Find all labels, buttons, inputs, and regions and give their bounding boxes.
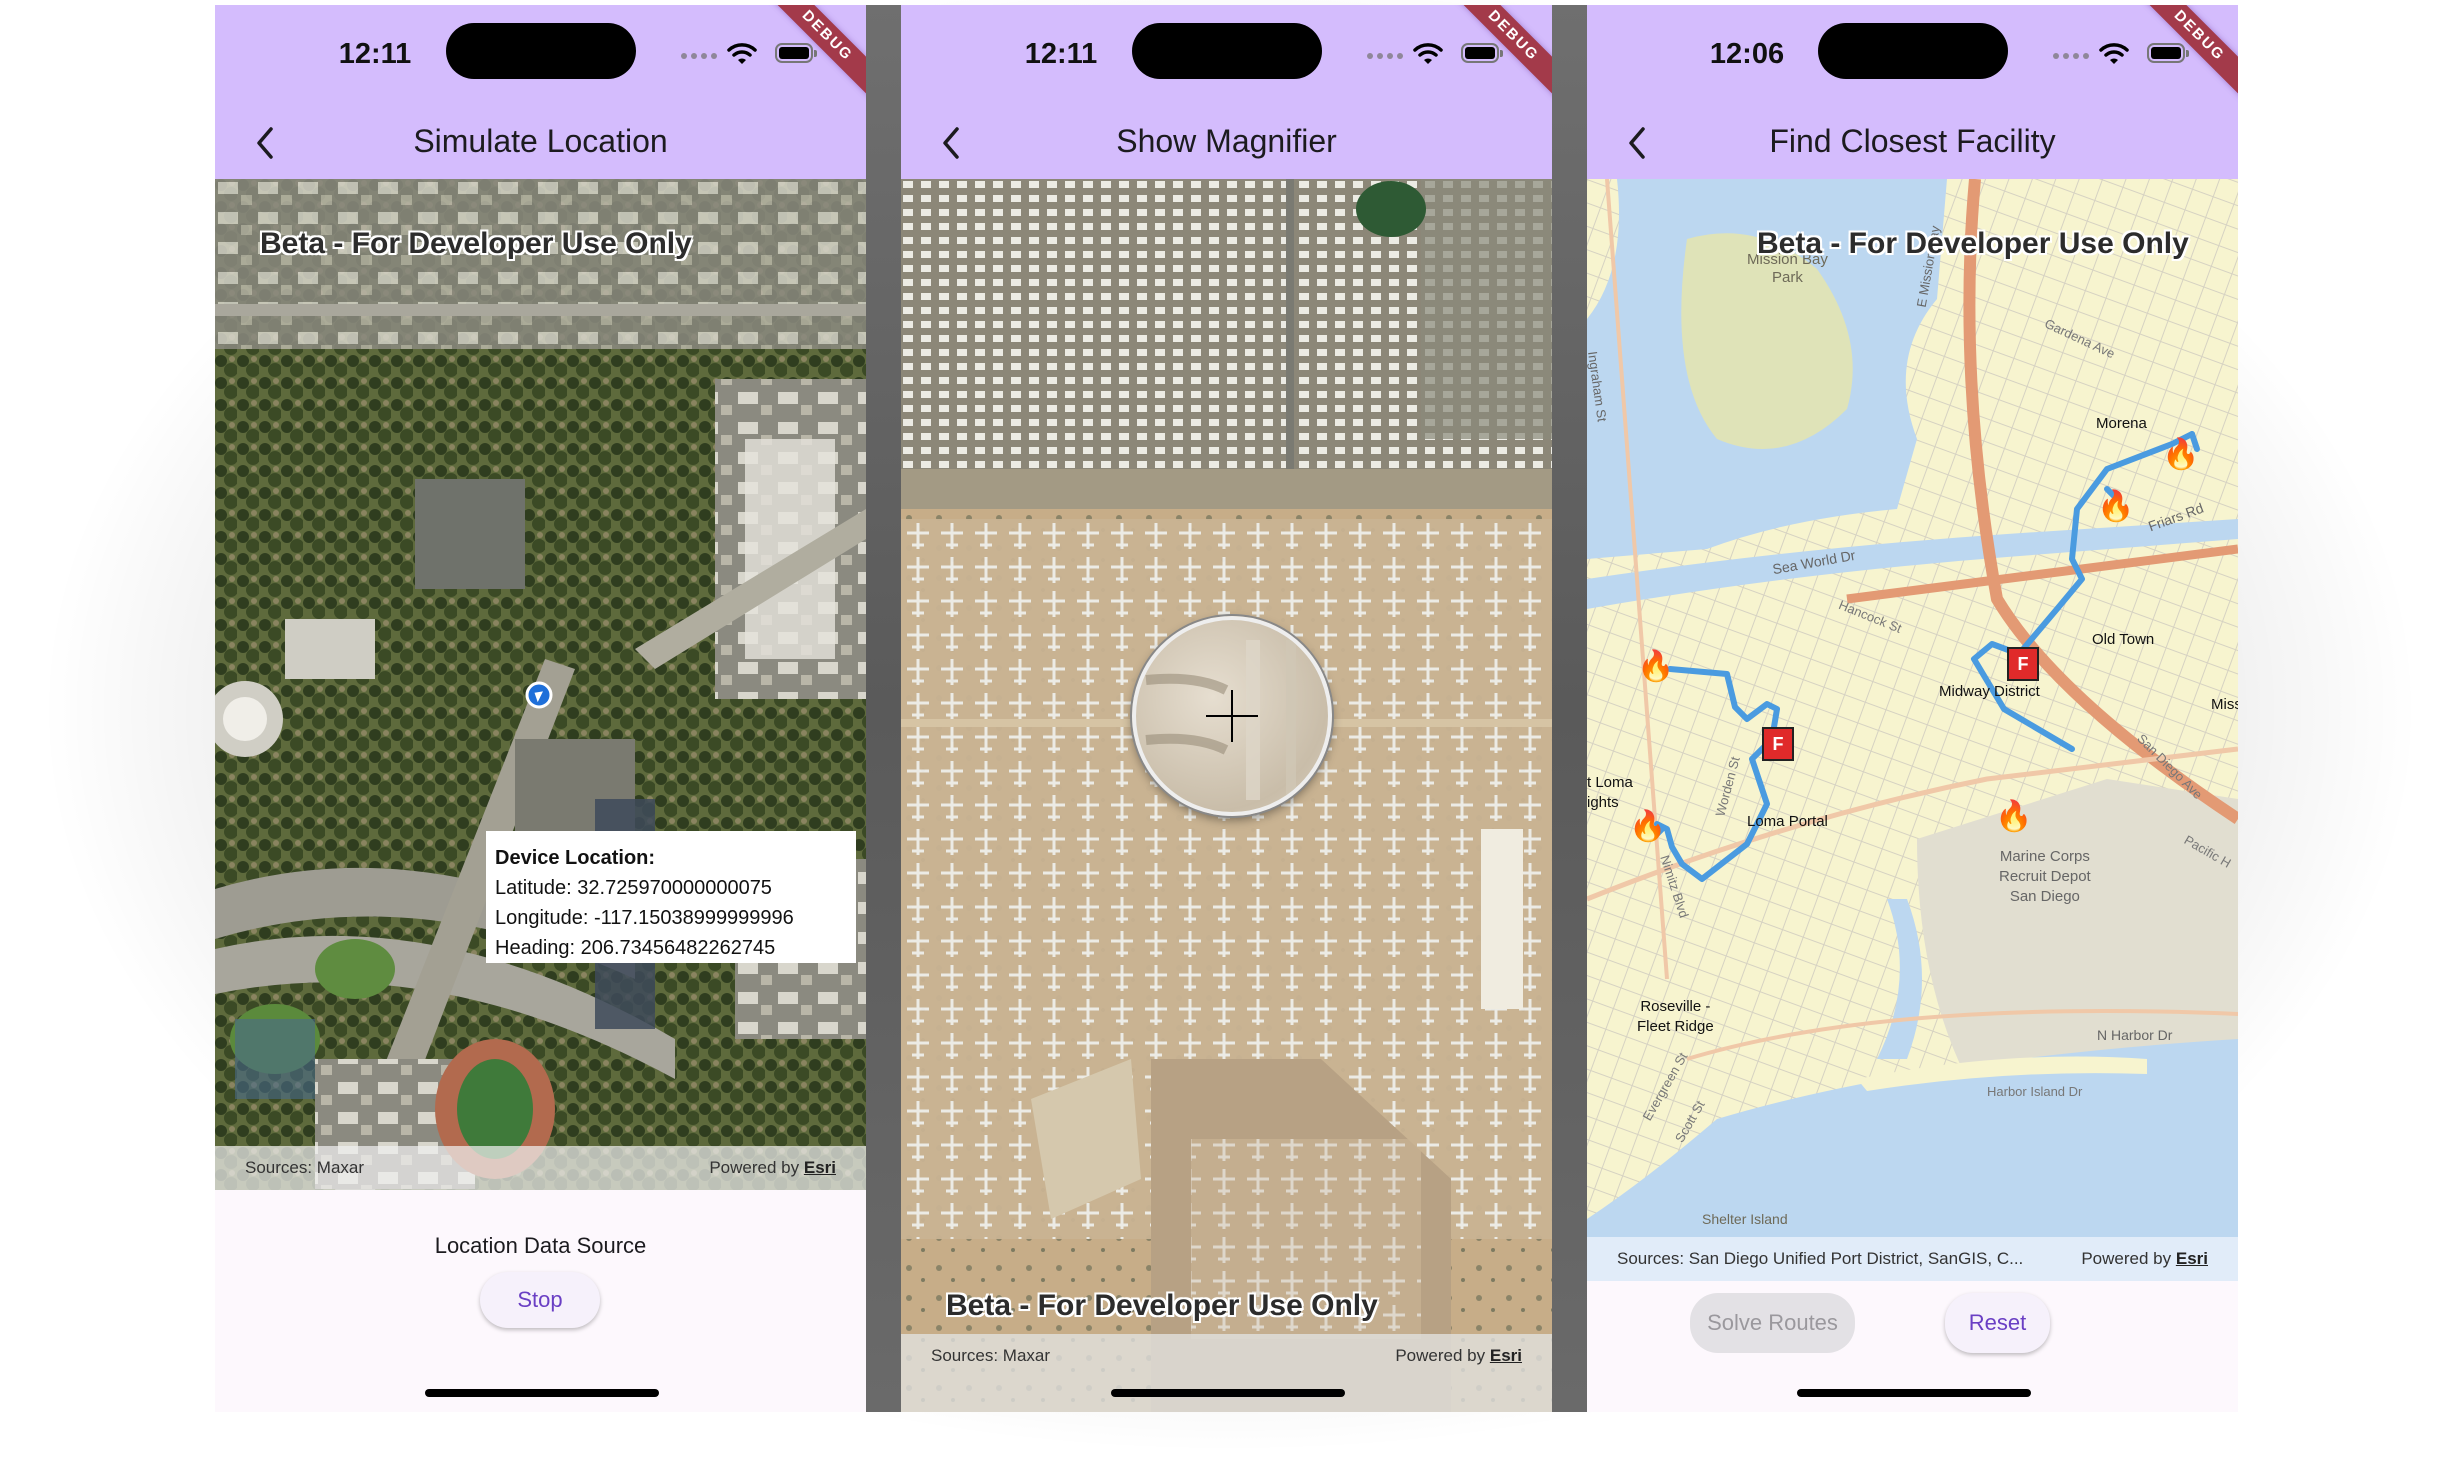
attribution-sources: Sources: San Diego Unified Port District… (1617, 1249, 2024, 1268)
longitude-value: Longitude: -117.15038999999996 (495, 907, 794, 929)
divider (1552, 5, 1587, 1412)
map-label: Harbor Island Dr (1987, 1084, 2083, 1099)
map-label: Old Town (2092, 631, 2155, 648)
fire-icon: 🔥 (1629, 810, 1667, 843)
dynamic-island (1818, 23, 2008, 79)
reset-button[interactable]: Reset (1945, 1293, 2050, 1353)
solve-routes-button[interactable]: Solve Routes (1690, 1293, 1855, 1353)
status-time: 12:11 (338, 38, 412, 70)
signal-dots-icon (1367, 53, 1403, 59)
esri-link[interactable]: Esri (1490, 1346, 1522, 1365)
map-label: N Harbor Dr (2097, 1027, 2173, 1043)
magnifier-crosshair-icon (1145, 640, 1296, 800)
fire-station-icon: F (2007, 647, 2039, 681)
wifi-icon (2099, 43, 2129, 64)
map-label: Morena (2096, 415, 2147, 432)
location-data-source-label: Location Data Source (434, 1233, 647, 1258)
latitude-value: Latitude: 32.725970000000075 (495, 877, 772, 899)
home-indicator (425, 1389, 659, 1397)
status-time: 12:11 (1024, 38, 1098, 70)
signal-dots-icon (681, 53, 717, 59)
map-label: Loma Portal (1747, 813, 1828, 830)
map-view-satellite[interactable]: Beta - For Developer Use Only Sources: M… (901, 179, 1552, 1412)
map-attribution: Sources: San Diego Unified Port District… (1587, 1237, 2238, 1281)
map-label: Shelter Island (1702, 1211, 1788, 1227)
powered-by: Powered by Esri (709, 1158, 836, 1177)
app-bar: 12:11 DEBUG Show Magnifier (901, 5, 1552, 179)
device-location-panel: Device Location: Latitude: 32.7259700000… (486, 831, 856, 963)
stop-button[interactable]: Stop (480, 1272, 600, 1328)
map-label: Marine Corps Recruit Depot San Diego (1999, 848, 2091, 905)
page-title: Find Closest Facility (1769, 123, 2056, 159)
beta-watermark: Beta - For Developer Use Only (260, 227, 692, 260)
map-view-streets[interactable]: 🔥 🔥 🔥 🔥 🔥 F F Mission Bay Park Morena Sea… (1587, 179, 2238, 1281)
map-label: Roseville - Fleet Ridge (1637, 998, 1714, 1035)
magnifier-lens[interactable] (1132, 616, 1332, 816)
app-bar: 12:11 DEBUG Simulate Location (215, 5, 866, 179)
dynamic-island (1132, 23, 1322, 79)
battery-icon (2147, 43, 2189, 63)
wifi-icon (727, 43, 757, 64)
map-attribution: Sources: Maxar Powered by Esri (901, 1334, 1552, 1412)
fire-station-icon: F (1762, 727, 1794, 761)
map-label: t Loma ights (1587, 774, 1633, 811)
heading-value: Heading: 206.73456482262745 (495, 937, 776, 959)
wifi-icon (1413, 43, 1443, 64)
app-bar: 12:06 DEBUG Find Closest Facility (1587, 5, 2238, 179)
battery-icon (1461, 43, 1503, 63)
dynamic-island (446, 23, 636, 79)
divider (866, 5, 901, 1412)
location-arrow-icon (525, 681, 553, 709)
phone-find-closest-facility: 12:06 DEBUG Find Closest Facility 🔥 🔥 🔥 … (1587, 5, 2238, 1412)
beta-watermark: Beta - For Developer Use Only (946, 1289, 1378, 1322)
device-location-heading: Device Location: (495, 847, 656, 869)
map-label: Miss (2211, 696, 2238, 713)
phone-show-magnifier: 12:11 DEBUG Show Magnifier Beta - For De… (901, 5, 1552, 1412)
signal-dots-icon (2053, 53, 2089, 59)
fire-icon: 🔥 (2097, 490, 2135, 523)
powered-by: Powered by Esri (2081, 1249, 2208, 1268)
attribution-sources: Sources: Maxar (245, 1158, 365, 1177)
map-label: Midway District (1939, 683, 2040, 700)
fire-icon: 🔥 (2162, 438, 2200, 471)
map-attribution: Sources: Maxar Powered by Esri (215, 1146, 866, 1190)
fire-icon: 🔥 (1995, 800, 2033, 833)
fire-icon: 🔥 (1637, 650, 1675, 683)
battery-icon (775, 43, 817, 63)
esri-link[interactable]: Esri (2176, 1249, 2208, 1268)
status-time: 12:06 (1709, 38, 1785, 70)
powered-by: Powered by Esri (1395, 1346, 1522, 1365)
page-title: Simulate Location (413, 123, 668, 159)
beta-watermark: Beta - For Developer Use Only (1757, 227, 2189, 260)
home-indicator (1111, 1389, 1345, 1397)
attribution-sources: Sources: Maxar (931, 1346, 1051, 1365)
map-view-satellite[interactable]: Beta - For Developer Use Only Sources: M… (215, 179, 866, 1190)
page-title: Show Magnifier (1116, 123, 1337, 159)
esri-link[interactable]: Esri (804, 1158, 836, 1177)
home-indicator (1797, 1389, 2031, 1397)
phone-simulate-location: 12:11 DEBUG Simulate Location Beta - For… (215, 5, 866, 1412)
